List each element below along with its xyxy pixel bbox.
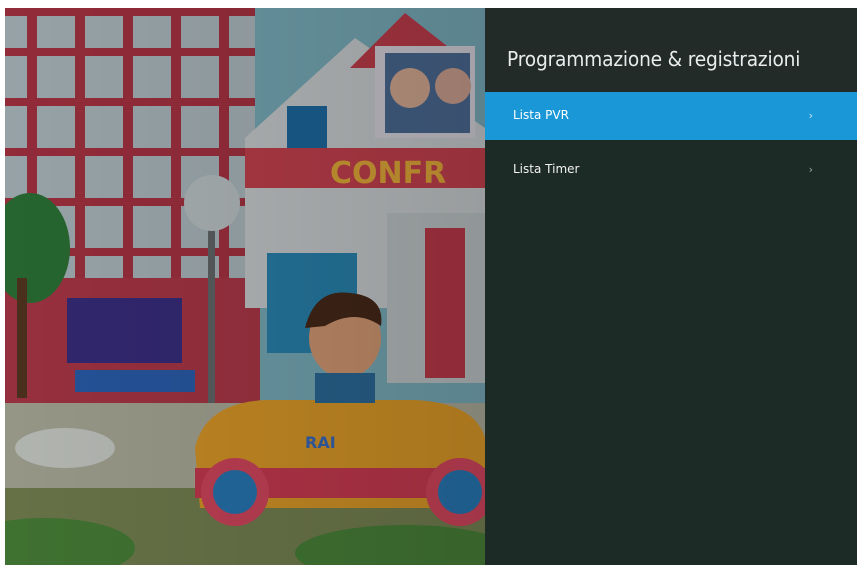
settings-panel: Programmazione & registrazioni Lista PVR… [485,8,857,565]
panel-title: Programmazione & registrazioni [507,47,801,71]
chevron-right-icon: › [808,109,813,122]
panel-header: Programmazione & registrazioni [485,8,857,92]
cartoon-background: CONFR RAI [5,8,485,565]
chevron-right-icon: › [808,163,813,176]
tv-screen: CONFR RAI Programmazione & registrazioni… [5,8,857,565]
menu-item-lista-timer[interactable]: Lista Timer › [485,146,857,194]
menu-item-lista-pvr[interactable]: Lista PVR › [485,92,857,140]
menu-item-label: Lista Timer [513,162,580,176]
menu-item-label: Lista PVR [513,108,569,122]
